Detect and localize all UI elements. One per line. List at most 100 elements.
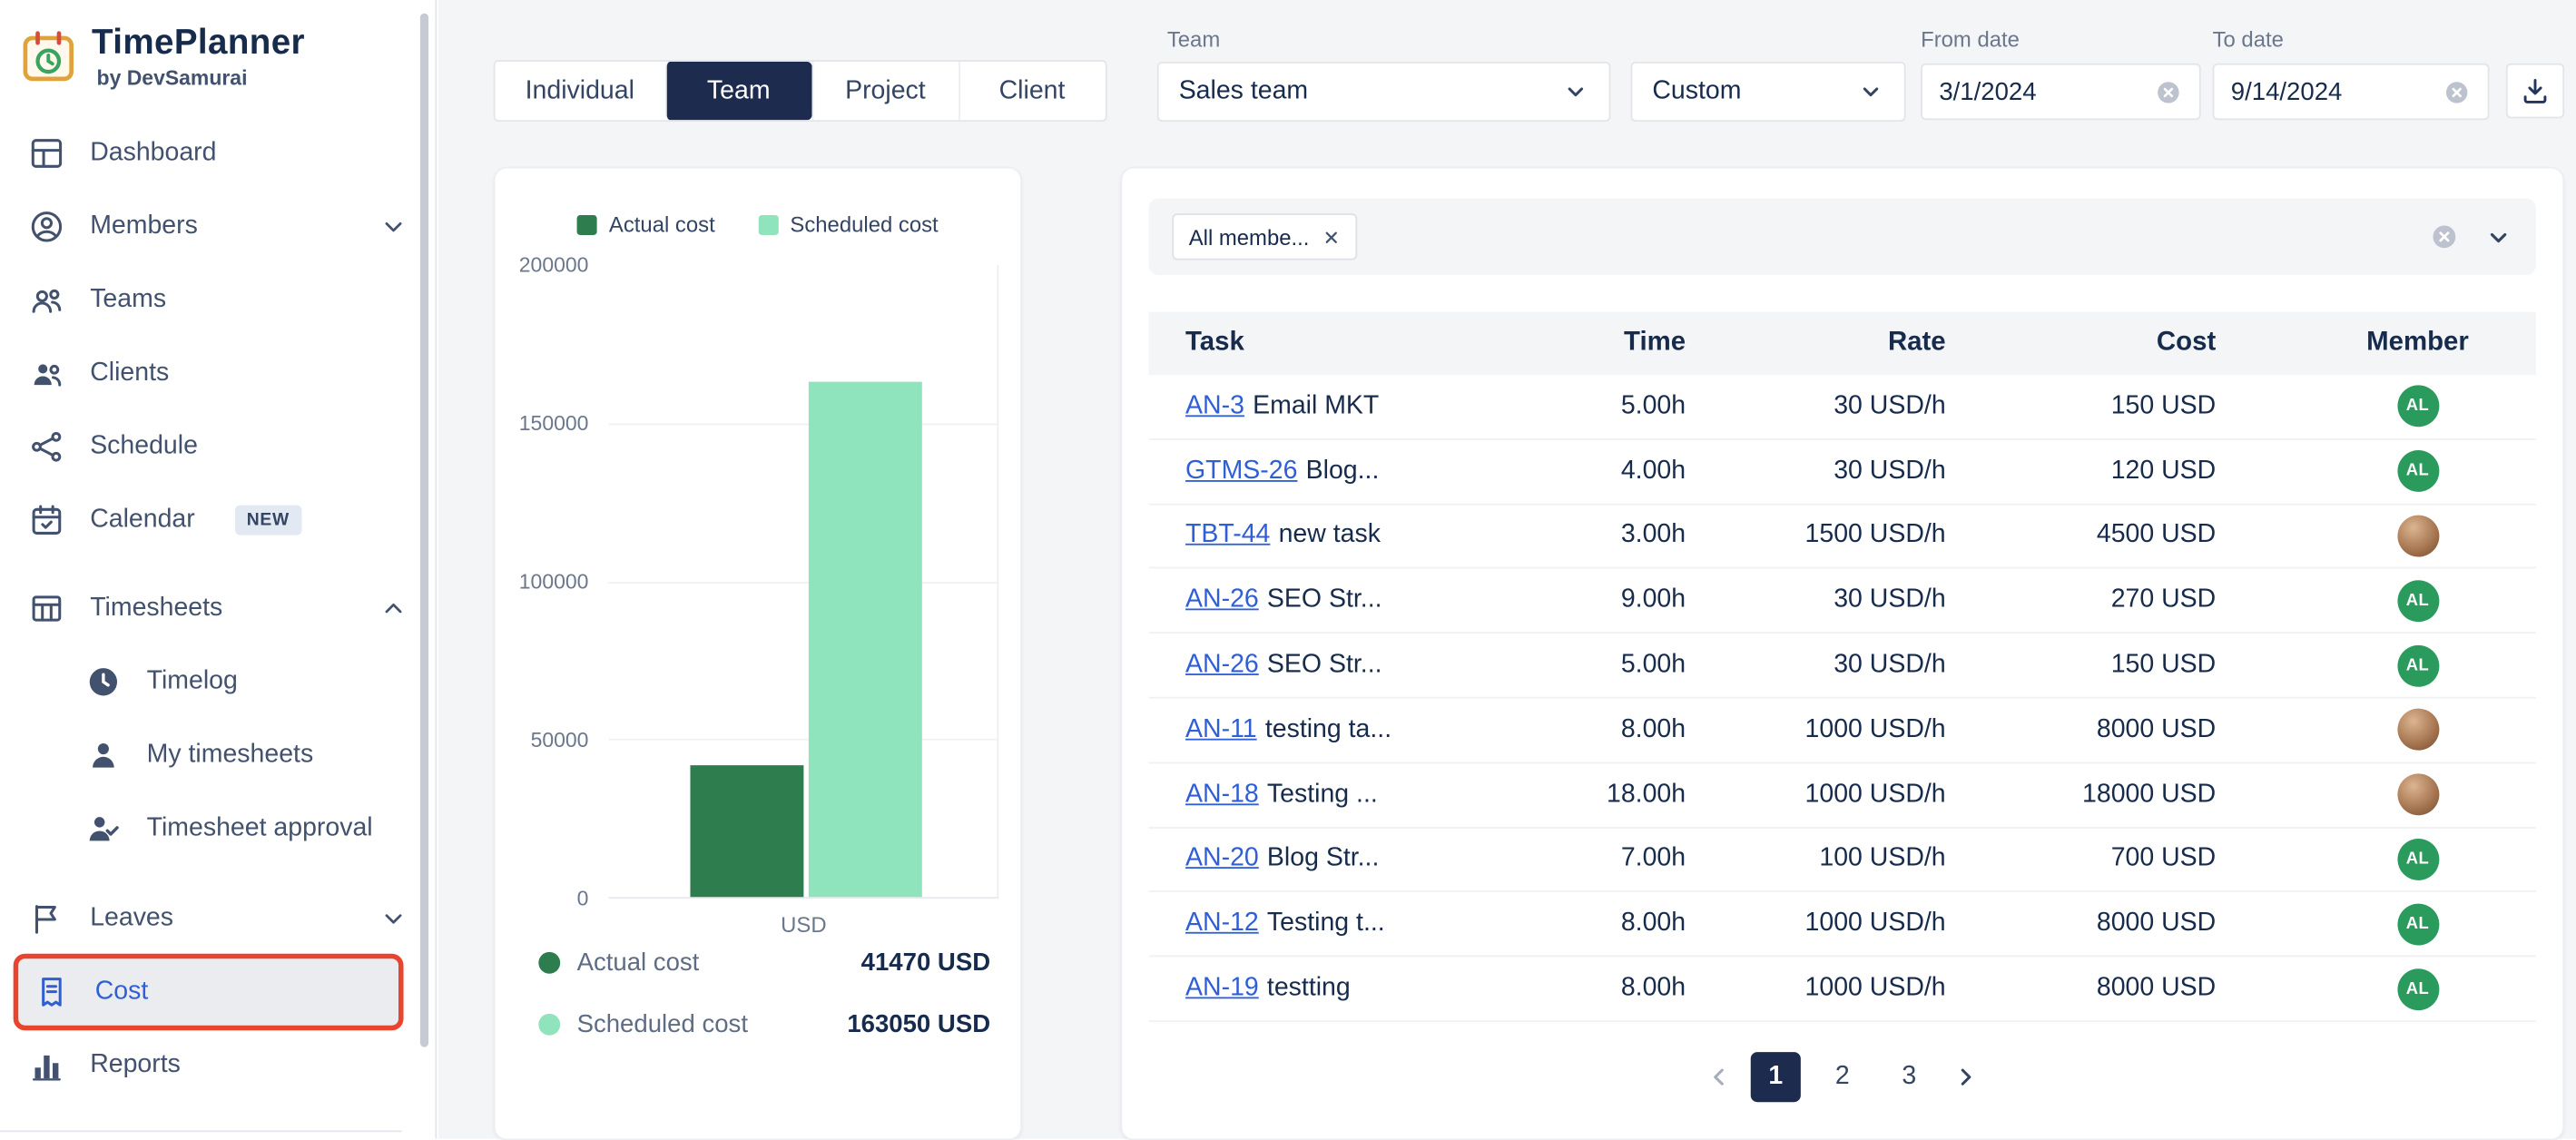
task-link[interactable]: TBT-44 (1185, 521, 1270, 549)
page-button-3[interactable]: 3 (1884, 1052, 1934, 1102)
table-row: AN-3Email MKT 5.00h 30 USD/h 150 USD AL (1149, 375, 2536, 439)
column-header-rate: Rate (1686, 329, 1946, 359)
export-download-button[interactable] (2506, 64, 2564, 119)
calendar-icon (26, 500, 66, 540)
close-icon[interactable] (1322, 228, 1341, 246)
cost-cell: 18000 USD (1946, 780, 2217, 810)
member-cell: AL (2216, 386, 2536, 428)
sidebar-item-timelog[interactable]: Timelog (0, 645, 435, 719)
legend-item-actual: Actual cost (577, 211, 715, 237)
task-link[interactable]: AN-3 (1185, 391, 1244, 419)
legend-swatch (759, 214, 779, 234)
sidebar-item-label: Timelog (147, 667, 238, 697)
range-select[interactable]: Custom (1630, 62, 1905, 122)
tab-project[interactable]: Project (811, 62, 959, 120)
reports-icon (26, 1046, 66, 1086)
avatar-photo (2397, 774, 2439, 816)
rate-cell: 1500 USD/h (1686, 521, 1946, 551)
clear-icon[interactable] (2443, 77, 2471, 105)
avatar-photo (2397, 709, 2439, 751)
sidebar-item-teams[interactable]: Teams (0, 263, 435, 337)
clear-icon[interactable] (2154, 77, 2182, 105)
y-tick: 150000 (496, 412, 589, 436)
chevron-down-icon[interactable] (2484, 222, 2512, 251)
to-date-input[interactable]: 9/14/2024 (2213, 64, 2490, 120)
download-icon (2520, 75, 2551, 107)
legend-item-scheduled: Scheduled cost (759, 211, 939, 237)
cost-cell: 150 USD (1946, 391, 2217, 421)
sidebar-item-schedule[interactable]: Schedule (0, 410, 435, 484)
table-row: AN-19testting 8.00h 1000 USD/h 8000 USD … (1149, 958, 2536, 1022)
tab-individual[interactable]: Individual (496, 62, 664, 120)
page-button-2[interactable]: 2 (1817, 1052, 1867, 1102)
rate-cell: 30 USD/h (1686, 585, 1946, 615)
sidebar-item-timesheet-approval[interactable]: Timesheet approval (0, 792, 435, 866)
task-title: Testing ... (1267, 780, 1378, 808)
page-prev-icon[interactable] (1704, 1062, 1734, 1092)
task-cell: AN-19testting (1149, 974, 1470, 1004)
filter-bar-controls (2429, 221, 2512, 251)
cost-cell: 8000 USD (1946, 715, 2217, 745)
task-link[interactable]: GTMS-26 (1185, 457, 1297, 485)
member-icon (26, 207, 66, 247)
task-link[interactable]: AN-26 (1185, 651, 1259, 679)
task-link[interactable]: AN-20 (1185, 844, 1259, 872)
sidebar-item-my-timesheets[interactable]: My timesheets (0, 719, 435, 792)
cost-table-card: All membe... Task Time Rate (1120, 167, 2564, 1140)
sidebar-item-clients[interactable]: Clients (0, 337, 435, 410)
page-next-icon[interactable] (1951, 1062, 1981, 1092)
cost-chart-card: Actual cost Scheduled cost 200000 150000… (494, 167, 1022, 1140)
task-link[interactable]: AN-18 (1185, 780, 1259, 808)
task-cell: AN-20Blog Str... (1149, 844, 1470, 874)
task-link[interactable]: AN-26 (1185, 585, 1259, 614)
new-badge: NEW (235, 506, 301, 536)
from-date-input[interactable]: 3/1/2024 (1921, 64, 2201, 120)
sidebar-item-reports[interactable]: Reports (0, 1028, 435, 1102)
rate-cell: 1000 USD/h (1686, 974, 1946, 1004)
task-cell: AN-11testing ta... (1149, 715, 1470, 745)
table-row: AN-20Blog Str... 7.00h 100 USD/h 700 USD… (1149, 828, 2536, 892)
legend-swatch (577, 214, 597, 234)
sidebar-item-calendar[interactable]: Calendar NEW (0, 484, 435, 557)
member-cell (2216, 709, 2536, 751)
task-link[interactable]: AN-19 (1185, 974, 1259, 1002)
to-date-value: 9/14/2024 (2231, 77, 2343, 105)
task-cell: AN-18 Testing ... (1149, 780, 1470, 810)
member-filter-chip[interactable]: All membe... (1172, 213, 1357, 260)
team-select[interactable]: Sales team (1157, 62, 1611, 122)
sidebar-item-label: Schedule (90, 432, 198, 462)
member-cell (2216, 774, 2536, 816)
y-tick: 0 (496, 887, 589, 910)
tab-client[interactable]: Client (958, 62, 1105, 120)
tab-team[interactable]: Team (664, 62, 811, 120)
sidebar-item-timesheets[interactable]: Timesheets (0, 572, 435, 645)
task-link[interactable]: AN-11 (1185, 715, 1257, 743)
page-button-1[interactable]: 1 (1751, 1052, 1801, 1102)
sidebar-item-cost[interactable]: Cost (18, 958, 398, 1025)
table-header: Task Time Rate Cost Member (1149, 312, 2536, 376)
task-title: Blog... (1306, 457, 1380, 485)
sidebar-item-label: My timesheets (147, 741, 314, 771)
cost-cell: 270 USD (1946, 585, 2217, 615)
rate-cell: 100 USD/h (1686, 844, 1946, 874)
summary-label: Actual cost (577, 948, 700, 977)
task-cell: TBT-44new task (1149, 521, 1470, 551)
sidebar-item-members[interactable]: Members (0, 190, 435, 263)
task-link[interactable]: AN-12 (1185, 909, 1259, 938)
summary-dot (538, 952, 560, 974)
table-row: AN-26SEO Str... 9.00h 30 USD/h 270 USD A… (1149, 569, 2536, 634)
main-content: Individual Team Project Client Team Sale… (438, 0, 2576, 1139)
cost-icon (32, 972, 72, 1012)
table-row: AN-11testing ta... 8.00h 1000 USD/h 8000… (1149, 699, 2536, 763)
sidebar-scrollbar[interactable] (420, 14, 428, 1047)
sidebar: TimePlanner by DevSamurai Dashboard Memb… (0, 0, 437, 1139)
y-tick: 100000 (496, 570, 589, 594)
member-filter-bar[interactable]: All membe... (1149, 199, 2536, 275)
clear-icon[interactable] (2429, 221, 2459, 251)
task-title: Testing t... (1267, 909, 1385, 938)
cost-cell: 8000 USD (1946, 974, 2217, 1004)
time-cell: 8.00h (1469, 909, 1686, 939)
sidebar-item-leaves[interactable]: Leaves (0, 882, 435, 956)
sidebar-item-dashboard[interactable]: Dashboard (0, 117, 435, 191)
avatar: AL (2397, 450, 2439, 492)
